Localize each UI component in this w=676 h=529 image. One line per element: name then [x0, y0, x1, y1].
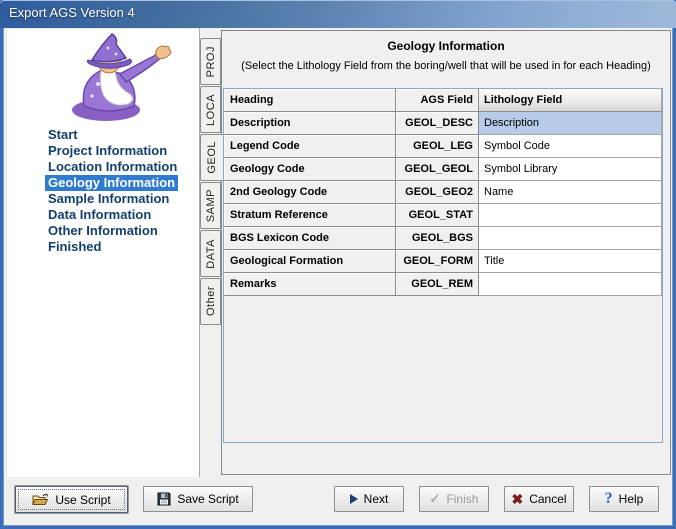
- window-title: Export AGS Version 4: [9, 5, 135, 20]
- finish-check-icon: ✓: [430, 491, 441, 507]
- ags-field-cell: GEOL_LEG: [396, 135, 479, 158]
- heading-cell: 2nd Geology Code: [224, 181, 396, 204]
- table-row: Geology Code GEOL_GEOL Symbol Library: [224, 158, 662, 181]
- heading-cell: Description: [224, 112, 396, 135]
- wizard-step-data-information[interactable]: Data Information: [45, 207, 154, 223]
- column-header-lithology-field: Lithology Field: [479, 89, 662, 112]
- table-row: Geological Formation GEOL_FORM Title: [224, 250, 662, 273]
- table-header-row: Heading AGS Field Lithology Field: [224, 89, 662, 112]
- finish-button: ✓ Finish: [419, 486, 489, 512]
- wizard-step-geology-information[interactable]: Geology Information: [45, 175, 178, 191]
- wizard-step-finished[interactable]: Finished: [45, 239, 104, 255]
- heading-cell: Legend Code: [224, 135, 396, 158]
- table-row: Remarks GEOL_REM: [224, 273, 662, 296]
- tab-geol[interactable]: GEOL: [200, 134, 223, 181]
- tab-data[interactable]: DATA: [200, 230, 221, 277]
- column-header-heading: Heading: [224, 89, 396, 112]
- folder-open-icon: [32, 493, 49, 506]
- heading-cell: Geological Formation: [224, 250, 396, 273]
- help-question-icon: ?: [605, 490, 613, 508]
- wizard-step-location-information[interactable]: Location Information: [45, 159, 180, 175]
- heading-cell: BGS Lexicon Code: [224, 227, 396, 250]
- save-icon: [157, 492, 171, 506]
- wizard-illustration: [54, 32, 176, 129]
- ags-field-cell: GEOL_REM: [396, 273, 479, 296]
- column-header-ags-field: AGS Field: [396, 89, 479, 112]
- lithology-field-cell[interactable]: Description: [479, 112, 662, 135]
- cancel-label: Cancel: [529, 492, 566, 506]
- wizard-step-list: StartProject InformationLocation Informa…: [45, 127, 180, 255]
- tab-proj[interactable]: PROJ: [200, 38, 221, 85]
- next-arrow-icon: [350, 494, 358, 504]
- export-ags-dialog: Export AGS Version 4: [0, 0, 676, 529]
- ags-field-cell: GEOL_DESC: [396, 112, 479, 135]
- wizard-step-sample-information[interactable]: Sample Information: [45, 191, 172, 207]
- lithology-field-cell[interactable]: Title: [479, 250, 662, 273]
- wizard-step-other-information[interactable]: Other Information: [45, 223, 161, 239]
- geology-field-grid: Heading AGS Field Lithology Field Descri…: [223, 88, 663, 443]
- tab-loca[interactable]: LOCA: [200, 86, 221, 133]
- wizard-step-project-information[interactable]: Project Information: [45, 143, 170, 159]
- help-label: Help: [619, 492, 644, 506]
- use-script-button[interactable]: Use Script: [15, 486, 128, 513]
- lithology-field-cell[interactable]: [479, 204, 662, 227]
- tab-other[interactable]: Other: [200, 278, 221, 325]
- save-script-label: Save Script: [177, 492, 238, 506]
- panel-title: Geology Information: [222, 39, 670, 53]
- wizard-sidebar: StartProject InformationLocation Informa…: [6, 28, 200, 477]
- tab-samp[interactable]: SAMP: [200, 182, 221, 229]
- next-button[interactable]: Next: [334, 486, 404, 512]
- panel-subtitle: (Select the Lithology Field from the bor…: [222, 60, 670, 72]
- table-row: Legend Code GEOL_LEG Symbol Code: [224, 135, 662, 158]
- table-row: Description GEOL_DESC Description: [224, 112, 662, 135]
- heading-cell: Stratum Reference: [224, 204, 396, 227]
- wizard-step-start[interactable]: Start: [45, 127, 81, 143]
- lithology-field-cell[interactable]: [479, 227, 662, 250]
- lithology-field-cell[interactable]: Symbol Library: [479, 158, 662, 181]
- table-row: Stratum Reference GEOL_STAT: [224, 204, 662, 227]
- lithology-field-cell[interactable]: Symbol Code: [479, 135, 662, 158]
- next-label: Next: [364, 492, 389, 506]
- cancel-x-icon: ✖: [511, 491, 523, 508]
- ags-field-cell: GEOL_FORM: [396, 250, 479, 273]
- table-row: 2nd Geology Code GEOL_GEO2 Name: [224, 181, 662, 204]
- heading-cell: Remarks: [224, 273, 396, 296]
- lithology-field-cell[interactable]: [479, 273, 662, 296]
- heading-cell: Geology Code: [224, 158, 396, 181]
- lithology-field-cell[interactable]: Name: [479, 181, 662, 204]
- cancel-button[interactable]: ✖ Cancel: [504, 486, 574, 512]
- finish-label: Finish: [446, 492, 478, 506]
- table-row: BGS Lexicon Code GEOL_BGS: [224, 227, 662, 250]
- ags-field-cell: GEOL_BGS: [396, 227, 479, 250]
- ags-field-cell: GEOL_GEO2: [396, 181, 479, 204]
- ags-field-cell: GEOL_STAT: [396, 204, 479, 227]
- ags-field-cell: GEOL_GEOL: [396, 158, 479, 181]
- titlebar[interactable]: Export AGS Version 4: [0, 0, 676, 28]
- use-script-label: Use Script: [55, 493, 110, 507]
- help-button[interactable]: ? Help: [589, 486, 659, 512]
- save-script-button[interactable]: Save Script: [143, 486, 253, 512]
